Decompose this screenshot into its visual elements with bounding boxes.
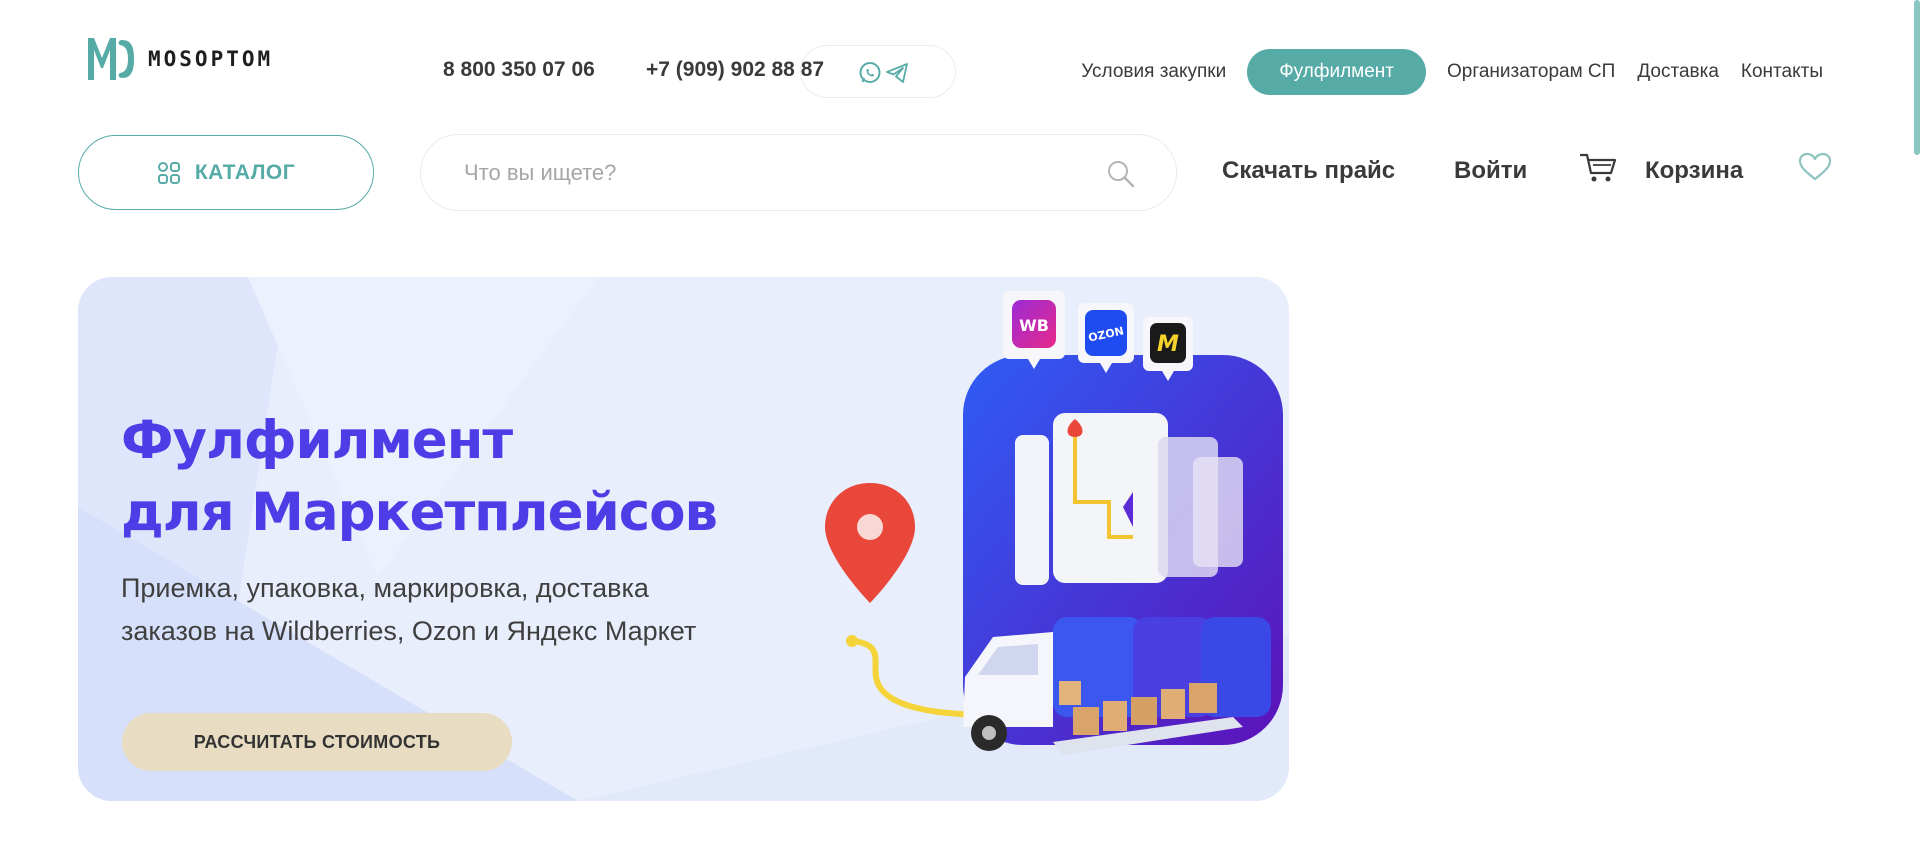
page-scrollbar[interactable] [1914,0,1920,155]
nav-purchase-terms[interactable]: Условия закупки [1070,61,1237,83]
banner-subtitle-line-2: заказов на Wildberries, Ozon и Яндекс Ма… [121,616,697,646]
nav-fulfillment[interactable]: Фулфилмент [1247,49,1426,95]
yandex-market-badge: M [1157,332,1179,357]
banner-title-line-1: Фулфилмент [121,410,513,471]
nav-joint-purchase-organizers[interactable]: Организаторам СП [1436,61,1626,83]
messengers-group [800,45,956,98]
favorites-heart-icon[interactable] [1798,152,1832,182]
fulfillment-illustration: WB OZON M [825,291,1283,755]
search-icon[interactable] [1106,159,1136,189]
whatsapp-icon[interactable] [858,61,882,85]
search-bar [420,134,1177,211]
download-price-link[interactable]: Скачать прайс [1222,157,1395,185]
banner-title: Фулфилмент для Маркетплейсов [121,405,718,549]
map-pin-icon [825,483,915,603]
catalog-button[interactable]: КАТАЛОГ [78,135,374,210]
logo-mark-icon [88,38,134,80]
nav-delivery[interactable]: Доставка [1626,61,1730,83]
wb-badge: WB [1019,316,1049,335]
top-navigation: Условия закупки Фулфилмент Организаторам… [1070,49,1834,95]
banner-subtitle-line-1: Приемка, упаковка, маркировка, доставка [121,573,649,603]
site-logo[interactable]: MOSOPTOM [88,36,273,82]
cart-icon[interactable] [1580,152,1618,184]
catalog-label: КАТАЛОГ [194,160,296,184]
nav-contacts[interactable]: Контакты [1730,61,1834,83]
banner-subtitle: Приемка, упаковка, маркировка, доставка … [121,567,696,653]
logo-text: MOSOPTOM [148,47,274,71]
telegram-icon[interactable] [885,61,909,85]
grid-icon [157,161,180,184]
phone-number-main[interactable]: 8 800 350 07 06 [443,58,595,82]
cart-link[interactable]: Корзина [1645,157,1743,185]
login-link[interactable]: Войти [1454,157,1527,185]
promo-banner[interactable]: Фулфилмент для Маркетплейсов Приемка, уп… [78,277,1289,801]
calculate-cost-button[interactable]: РАССЧИТАТЬ СТОИМОСТЬ [122,713,512,771]
banner-title-line-2: для Маркетплейсов [121,482,718,543]
search-input[interactable] [464,135,1084,210]
phone-number-mobile[interactable]: +7 (909) 902 88 87 [646,58,824,82]
